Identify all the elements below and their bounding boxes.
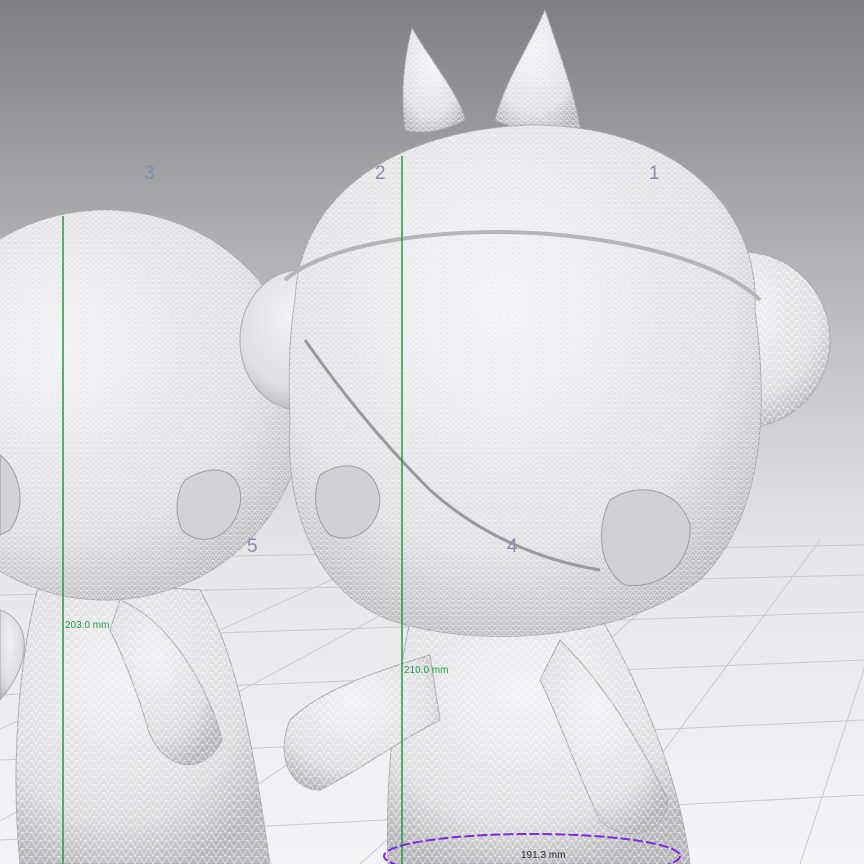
object-label-5[interactable]: 5 xyxy=(247,536,258,558)
model-right-character[interactable] xyxy=(239,8,831,864)
height-measurement-left: 203.0 mm xyxy=(65,620,110,631)
object-label-1[interactable]: 1 xyxy=(649,163,660,185)
object-label-2[interactable]: 2 xyxy=(375,163,386,185)
object-label-4[interactable]: 4 xyxy=(507,536,518,558)
height-measurement-right: 210.0 mm xyxy=(404,665,449,676)
object-label-3[interactable]: 3 xyxy=(144,163,155,185)
diameter-measurement: 191.3 mm xyxy=(521,850,566,861)
3d-viewport[interactable]: 3 2 1 5 4 203.0 mm 210.0 mm 191.3 mm xyxy=(0,0,864,864)
scene-canvas[interactable] xyxy=(0,0,864,864)
